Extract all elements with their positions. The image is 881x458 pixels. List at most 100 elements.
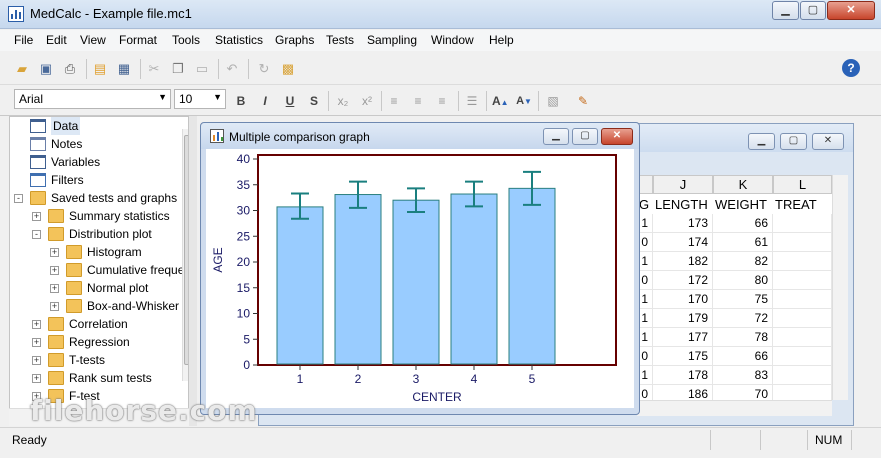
align-left-icon[interactable]: ≡ [386,93,402,109]
table-cell[interactable]: 83 [713,366,773,385]
tree-item[interactable]: Filters [10,171,180,189]
column-letter[interactable]: L [773,175,832,194]
expand-icon[interactable]: + [32,320,41,329]
menu-file[interactable]: File [14,33,33,47]
column-header-cell[interactable]: WEIGHT [715,195,773,214]
subscript-button[interactable]: x₂ [335,93,351,109]
tree-item[interactable]: + Histogram [10,243,180,261]
expand-icon[interactable]: + [32,212,41,221]
align-right-icon[interactable]: ≡ [434,93,450,109]
undo-icon[interactable]: ↶ [222,59,242,79]
table-cell[interactable] [773,271,832,290]
spreadsheet-close-button[interactable]: ✕ [812,133,844,150]
bullet-list-icon[interactable]: ☰ [464,93,480,109]
menu-tests[interactable]: Tests [326,33,354,47]
tree-item[interactable]: + Normal plot [10,279,180,297]
table-cell[interactable] [773,290,832,309]
expand-icon[interactable]: + [50,248,59,257]
align-center-icon[interactable]: ≡ [410,93,426,109]
table-cell[interactable] [773,233,832,252]
save-icon[interactable]: ▣ [36,59,56,79]
spreadsheet-vertical-scrollbar[interactable] [832,175,848,400]
table-cell[interactable]: 174 [653,233,713,252]
tree-item[interactable]: - Saved tests and graphs [10,189,180,207]
table-cell[interactable] [773,309,832,328]
shrink-font-button[interactable]: A▼ [516,93,532,109]
menu-view[interactable]: View [80,33,106,47]
table-cell[interactable] [773,347,832,366]
paste-icon[interactable]: ▭ [192,59,212,79]
spreadsheet-minimize-button[interactable]: ▁ [748,133,775,150]
format-paint-icon[interactable]: ✎ [575,93,591,109]
spreadsheet-horizontal-scrollbar[interactable] [637,400,832,416]
column-header-cell[interactable]: TREAT [775,195,832,214]
pane-splitter[interactable] [189,116,197,426]
column-letter[interactable]: J [653,175,713,194]
tree-item[interactable]: Variables [10,153,180,171]
save-graph-icon[interactable]: ▩ [278,59,298,79]
table-cell[interactable]: 82 [713,252,773,271]
graph-maximize-button[interactable]: ▢ [572,128,598,145]
shadow-button[interactable]: S [306,93,322,109]
expand-icon[interactable]: + [32,356,41,365]
table-cell[interactable]: 75 [713,290,773,309]
table-cell[interactable]: 173 [653,214,713,233]
menu-edit[interactable]: Edit [46,33,67,47]
cut-icon[interactable]: ✂ [144,59,164,79]
table-cell[interactable]: 177 [653,328,713,347]
grow-font-button[interactable]: A▲ [492,93,509,109]
expand-icon[interactable]: + [32,338,41,347]
table-cell[interactable]: 182 [653,252,713,271]
table-cell[interactable]: 170 [653,290,713,309]
table-cell[interactable] [773,366,832,385]
table-cell[interactable] [773,328,832,347]
collapse-icon[interactable]: - [32,230,41,239]
collapse-icon[interactable]: - [14,194,23,203]
menu-sampling[interactable]: Sampling [367,33,417,47]
expand-icon[interactable]: + [50,266,59,275]
tree-item[interactable]: Notes [10,135,180,153]
spreadsheet-maximize-button[interactable]: ▢ [780,133,807,150]
italic-button[interactable]: I [257,93,273,109]
menu-tools[interactable]: Tools [172,33,200,47]
font-size-select[interactable]: 10 ▼ [174,89,226,109]
tree-item[interactable]: - Distribution plot [10,225,180,243]
tree-item[interactable]: + T-tests [10,351,180,369]
table-cell[interactable]: 172 [653,271,713,290]
expand-icon[interactable]: + [32,374,41,383]
underline-button[interactable]: U [282,93,298,109]
graph-minimize-button[interactable]: ▁ [543,128,569,145]
table-cell[interactable]: 175 [653,347,713,366]
expand-icon[interactable]: + [50,284,59,293]
graph-close-button[interactable]: ✕ [601,128,633,145]
expand-icon[interactable]: + [50,302,59,311]
table-cell[interactable]: 78 [713,328,773,347]
print-icon[interactable]: ⎙ [60,59,80,79]
open-icon[interactable]: ▰ [12,59,32,79]
table-cell[interactable]: 179 [653,309,713,328]
menu-window[interactable]: Window [431,33,474,47]
superscript-button[interactable]: x² [359,93,375,109]
maximize-button[interactable]: ▢ [800,1,826,20]
tree-item[interactable]: + Correlation [10,315,180,333]
copy-icon[interactable]: ❐ [168,59,188,79]
spreadsheet-icon[interactable]: ▦ [114,59,134,79]
table-cell[interactable]: 80 [713,271,773,290]
bold-button[interactable]: B [233,93,249,109]
menu-format[interactable]: Format [119,33,157,47]
tree-item[interactable]: + Box-and-Whisker [10,297,180,315]
refresh-icon[interactable]: ↻ [254,59,274,79]
column-header-cell[interactable]: LENGTH [655,195,713,214]
tree-item[interactable]: + Cumulative freque [10,261,184,279]
close-button[interactable]: ✕ [827,1,875,20]
table-cell[interactable] [773,214,832,233]
tree-item[interactable]: + Summary statistics [10,207,180,225]
help-icon[interactable]: ? [842,59,860,77]
table-cell[interactable] [773,252,832,271]
tree-item[interactable]: + Rank sum tests [10,369,180,387]
table-cell[interactable]: 72 [713,309,773,328]
menu-graphs[interactable]: Graphs [275,33,314,47]
column-header-cell[interactable]: G [639,195,653,214]
table-cell[interactable]: 66 [713,347,773,366]
minimize-button[interactable]: ▁ [772,1,799,20]
